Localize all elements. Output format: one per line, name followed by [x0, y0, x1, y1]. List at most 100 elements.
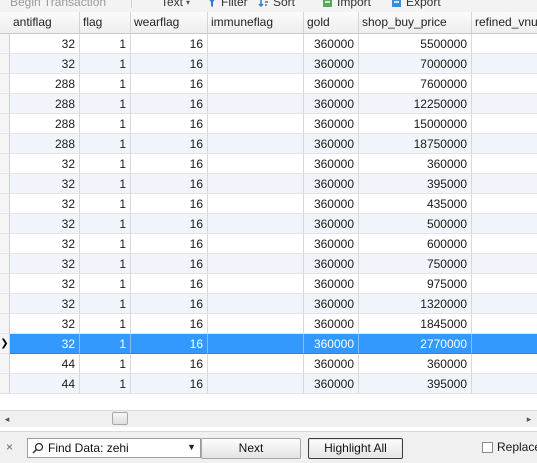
cell-wearflag[interactable]: 16 — [131, 274, 208, 294]
filter-button[interactable]: Filter — [206, 0, 248, 10]
column-header-wearflag[interactable]: wearflag — [131, 12, 208, 33]
cell-shop-buy-price[interactable]: 975000 — [359, 274, 472, 294]
table-row[interactable]: 32 1 16 360000 750000 — [0, 254, 537, 274]
cell-gold[interactable]: 360000 — [304, 214, 359, 234]
cell-shop-buy-price[interactable]: 360000 — [359, 154, 472, 174]
cell-antiflag[interactable]: 32 — [10, 34, 80, 54]
find-data-input[interactable] — [48, 440, 178, 456]
cell-gold[interactable]: 360000 — [304, 254, 359, 274]
cell-antiflag[interactable]: 32 — [10, 274, 80, 294]
cell-shop-buy-price[interactable]: 395000 — [359, 174, 472, 194]
row-indicator[interactable] — [0, 254, 10, 274]
cell-wearflag[interactable]: 16 — [131, 254, 208, 274]
cell-gold[interactable]: 360000 — [304, 194, 359, 214]
cell-immuneflag[interactable] — [208, 174, 304, 194]
cell-flag[interactable]: 1 — [80, 234, 131, 254]
chevron-down-icon[interactable]: ▼ — [187, 442, 196, 452]
cell-shop-buy-price[interactable]: 750000 — [359, 254, 472, 274]
cell-antiflag[interactable]: 32 — [10, 174, 80, 194]
cell-wearflag[interactable]: 16 — [131, 154, 208, 174]
cell-shop-buy-price[interactable]: 15000000 — [359, 114, 472, 134]
cell-immuneflag[interactable] — [208, 214, 304, 234]
cell-immuneflag[interactable] — [208, 134, 304, 154]
cell-flag[interactable]: 1 — [80, 74, 131, 94]
cell-flag[interactable]: 1 — [80, 214, 131, 234]
table-row[interactable]: 44 1 16 360000 360000 — [0, 354, 537, 374]
text-button[interactable]: Text ▾ — [161, 0, 190, 10]
row-indicator[interactable] — [0, 274, 10, 294]
row-indicator[interactable] — [0, 174, 10, 194]
replace-toggle[interactable]: Replace — [482, 440, 537, 454]
table-row[interactable]: 32 1 16 360000 1845000 — [0, 314, 537, 334]
column-header-gold[interactable]: gold — [304, 12, 359, 33]
cell-gold[interactable]: 360000 — [304, 34, 359, 54]
table-row[interactable]: 288 1 16 360000 12250000 — [0, 94, 537, 114]
cell-immuneflag[interactable] — [208, 354, 304, 374]
export-button[interactable]: Export — [391, 0, 441, 10]
row-indicator[interactable] — [0, 154, 10, 174]
cell-refined-vnum[interactable] — [472, 154, 537, 174]
cell-wearflag[interactable]: 16 — [131, 54, 208, 74]
cell-gold[interactable]: 360000 — [304, 174, 359, 194]
cell-wearflag[interactable]: 16 — [131, 134, 208, 154]
cell-refined-vnum[interactable] — [472, 194, 537, 214]
column-header-refined-vnum[interactable]: refined_vnum — [472, 12, 537, 33]
cell-flag[interactable]: 1 — [80, 274, 131, 294]
cell-wearflag[interactable]: 16 — [131, 34, 208, 54]
cell-wearflag[interactable]: 16 — [131, 194, 208, 214]
cell-gold[interactable]: 360000 — [304, 294, 359, 314]
column-header-shop-buy-price[interactable]: shop_buy_price — [359, 12, 472, 33]
cell-flag[interactable]: 1 — [80, 54, 131, 74]
cell-wearflag[interactable]: 16 — [131, 354, 208, 374]
row-indicator[interactable] — [0, 94, 10, 114]
cell-immuneflag[interactable] — [208, 194, 304, 214]
scrollbar-thumb[interactable] — [112, 412, 128, 425]
cell-shop-buy-price[interactable]: 395000 — [359, 374, 472, 394]
cell-wearflag[interactable]: 16 — [131, 174, 208, 194]
cell-shop-buy-price[interactable]: 600000 — [359, 234, 472, 254]
cell-gold[interactable]: 360000 — [304, 334, 359, 354]
cell-gold[interactable]: 360000 — [304, 114, 359, 134]
cell-refined-vnum[interactable] — [472, 214, 537, 234]
row-indicator[interactable] — [0, 314, 10, 334]
cell-refined-vnum[interactable] — [472, 174, 537, 194]
next-button[interactable]: Next — [201, 438, 301, 459]
cell-immuneflag[interactable] — [208, 154, 304, 174]
cell-shop-buy-price[interactable]: 360000 — [359, 354, 472, 374]
table-row[interactable]: 32 1 16 360000 5500000 — [0, 34, 537, 54]
cell-flag[interactable]: 1 — [80, 194, 131, 214]
cell-immuneflag[interactable] — [208, 114, 304, 134]
import-button[interactable]: Import — [322, 0, 371, 10]
row-indicator[interactable] — [0, 294, 10, 314]
row-indicator[interactable] — [0, 114, 10, 134]
cell-gold[interactable]: 360000 — [304, 154, 359, 174]
cell-antiflag[interactable]: 32 — [10, 294, 80, 314]
row-indicator[interactable]: ❯ — [0, 334, 10, 354]
column-header-antiflag[interactable]: antiflag — [10, 12, 80, 33]
cell-flag[interactable]: 1 — [80, 294, 131, 314]
cell-flag[interactable]: 1 — [80, 174, 131, 194]
cell-wearflag[interactable]: 16 — [131, 374, 208, 394]
cell-shop-buy-price[interactable]: 7000000 — [359, 54, 472, 74]
column-header-immuneflag[interactable]: immuneflag — [208, 12, 304, 33]
cell-gold[interactable]: 360000 — [304, 234, 359, 254]
column-header-flag[interactable]: flag — [80, 12, 131, 33]
table-row[interactable]: 32 1 16 360000 975000 — [0, 274, 537, 294]
cell-immuneflag[interactable] — [208, 294, 304, 314]
cell-gold[interactable]: 360000 — [304, 274, 359, 294]
cell-immuneflag[interactable] — [208, 234, 304, 254]
cell-refined-vnum[interactable] — [472, 114, 537, 134]
row-indicator[interactable] — [0, 354, 10, 374]
begin-transaction-button[interactable]: Begin Transaction — [10, 0, 106, 10]
cell-gold[interactable]: 360000 — [304, 74, 359, 94]
cell-gold[interactable]: 360000 — [304, 374, 359, 394]
cell-wearflag[interactable]: 16 — [131, 74, 208, 94]
cell-shop-buy-price[interactable]: 1320000 — [359, 294, 472, 314]
cell-shop-buy-price[interactable]: 2770000 — [359, 334, 472, 354]
cell-refined-vnum[interactable] — [472, 334, 537, 354]
row-indicator[interactable] — [0, 214, 10, 234]
row-indicator[interactable] — [0, 74, 10, 94]
highlight-all-button[interactable]: Highlight All — [308, 438, 403, 459]
cell-gold[interactable]: 360000 — [304, 134, 359, 154]
cell-shop-buy-price[interactable]: 435000 — [359, 194, 472, 214]
